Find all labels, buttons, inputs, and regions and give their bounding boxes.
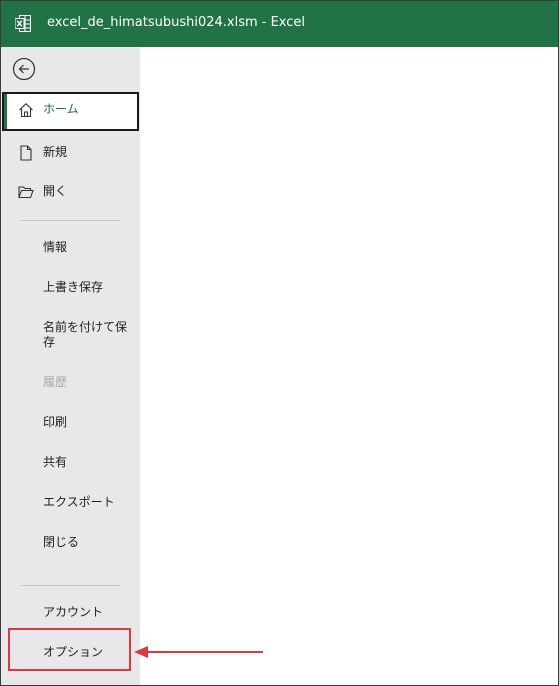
nav-item-print[interactable]: 印刷 — [1, 405, 140, 441]
nav-item-history: 履歴 — [1, 365, 140, 401]
nav-item-label: 情報 — [43, 240, 68, 254]
excel-icon — [14, 15, 31, 32]
selection-accent — [4, 94, 7, 129]
back-button[interactable] — [12, 57, 36, 81]
home-icon — [18, 102, 34, 118]
nav-item-label: 閉じる — [43, 535, 80, 549]
nav-item-label: 上書き保存 — [43, 280, 104, 294]
new-document-icon — [18, 145, 34, 161]
separator — [20, 220, 120, 221]
open-folder-icon — [18, 184, 34, 200]
backstage-sidebar: ホーム 新規 開く 情報 上書き保存 名前を付けて保存 履歴 印刷 共有 エクス… — [1, 47, 140, 685]
nav-item-home[interactable]: ホーム — [2, 92, 139, 131]
backstage-content-pane — [140, 47, 558, 685]
nav-item-label: 履歴 — [43, 375, 68, 389]
nav-item-close[interactable]: 閉じる — [1, 525, 140, 561]
nav-item-label: 新規 — [43, 145, 68, 159]
nav-item-export[interactable]: エクスポート — [1, 485, 140, 521]
nav-item-info[interactable]: 情報 — [1, 230, 140, 266]
nav-item-label: 名前を付けて保存 — [43, 320, 128, 349]
title-bar: excel_de_himatsubushi024.xlsm - Excel — [1, 1, 558, 47]
nav-item-label: 共有 — [43, 455, 68, 469]
back-arrow-icon — [12, 57, 36, 85]
nav-item-open[interactable]: 開く — [1, 174, 140, 210]
nav-item-label: ホーム — [43, 102, 79, 116]
nav-item-label: アカウント — [43, 605, 104, 619]
separator — [20, 585, 120, 586]
nav-item-account[interactable]: アカウント — [1, 595, 140, 631]
left-arrow-icon — [132, 642, 266, 662]
window-title: excel_de_himatsubushi024.xlsm - Excel — [47, 15, 306, 30]
nav-item-save-as[interactable]: 名前を付けて保存 — [1, 311, 140, 355]
nav-item-label: 開く — [43, 184, 68, 198]
nav-item-label: エクスポート — [43, 495, 115, 509]
nav-item-save[interactable]: 上書き保存 — [1, 270, 140, 306]
nav-item-share[interactable]: 共有 — [1, 445, 140, 481]
nav-item-label: 印刷 — [43, 415, 68, 429]
excel-window: excel_de_himatsubushi024.xlsm - Excel ホー… — [0, 0, 559, 686]
options-highlight-box — [8, 628, 131, 671]
nav-item-new[interactable]: 新規 — [1, 135, 140, 171]
